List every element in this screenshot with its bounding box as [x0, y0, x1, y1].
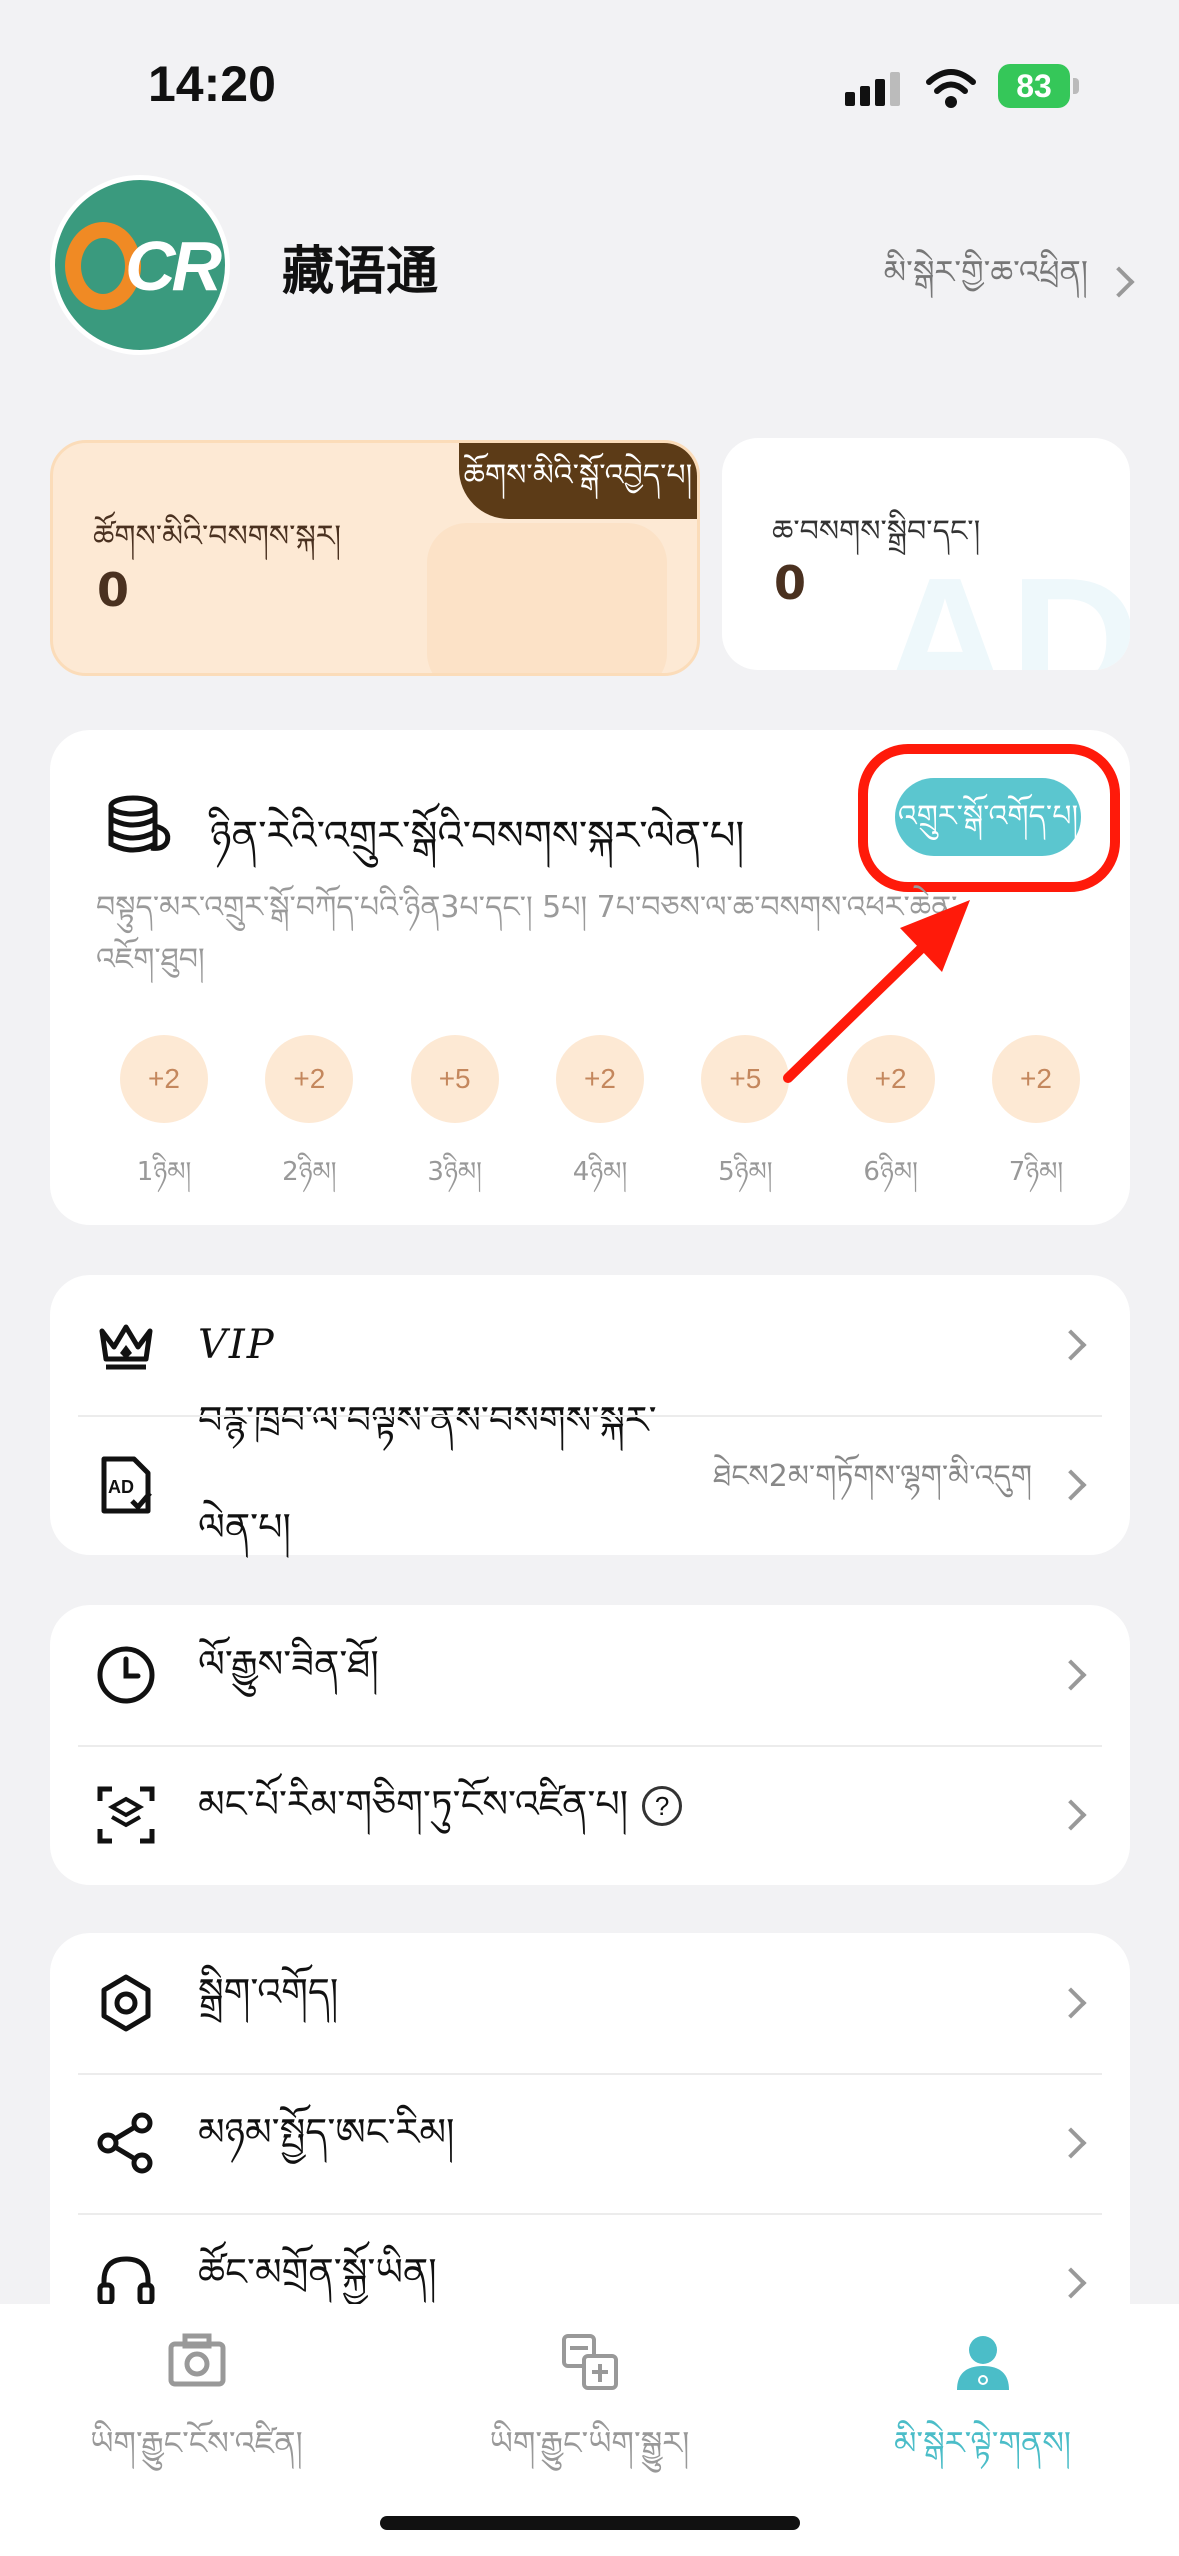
menu-label-batch-ocr: མང་པོ་རིམ་གཅིག་ཏུ་ངོས་འཛིན་པ།? — [198, 1762, 1060, 1869]
menu-label-history: ལོ་རྒྱུས་ཟིན་ཐོ། — [198, 1641, 379, 1686]
ad-free-value: 0 — [774, 556, 807, 610]
points-decoration — [427, 523, 667, 673]
menu-item-ad-reward[interactable]: AD བརྙ་ཁྲབ་ལ་བལྟས་ནས་བསགས་སྐར་ལེན་པ། ཐེང… — [50, 1398, 1130, 1555]
checkin-day: +5 3ཉིམ། — [410, 1035, 499, 1187]
day-bonus: +2 — [555, 1035, 644, 1123]
menu-item-history[interactable]: ལོ་རྒྱུས་ཟིན་ཐོ། — [50, 1605, 1130, 1745]
chevron-right-icon — [1055, 2127, 1087, 2159]
day-label: 1ཉིམ། — [136, 1157, 192, 1187]
day-label: 4ཉིམ། — [572, 1157, 628, 1187]
scan-icon — [97, 1786, 155, 1844]
help-icon[interactable]: ? — [642, 1786, 683, 1826]
camera-icon — [168, 2333, 225, 2387]
open-membership-tag[interactable]: ཆོགས་མིའི་སྒོ་འབྱེད་པ། — [459, 443, 697, 519]
menu-group-general: སྒྲིག་འགོད། མཉམ་སྤྱོད་ཨང་རིམ། ཚོང་མགྲོན་… — [50, 1933, 1130, 2353]
cellular-signal-icon — [845, 72, 900, 106]
menu-group-records: ལོ་རྒྱུས་ཟིན་ཐོ། མང་པོ་རིམ་གཅིག་ཏུ་ངོས་འ… — [50, 1605, 1130, 1885]
status-time: 14:20 — [148, 56, 276, 112]
annotation-arrow-icon — [783, 900, 970, 1083]
battery-cap — [1073, 78, 1079, 94]
day-bonus: +5 — [410, 1035, 499, 1123]
day-bonus: +2 — [120, 1035, 208, 1123]
chevron-right-icon — [1055, 2267, 1087, 2299]
chevron-right-icon — [1103, 266, 1135, 298]
menu-label-vip: VIP — [198, 1322, 276, 1368]
tab-profile[interactable]: མི་སྒེར་ལྟེ་གནས། — [786, 2324, 1179, 2498]
profile-info-link[interactable]: མི་སྒེར་གྱི་ཆ་འཕྲིན། — [883, 237, 1135, 327]
day-label: 2ཉིམ། — [282, 1157, 337, 1187]
menu-value-ad-reward: ཐེངས2མ་གཏོགས་ལྷག་མི་འདུག — [713, 1459, 1032, 1494]
chevron-right-icon — [1055, 1799, 1087, 1831]
clock-icon — [97, 1646, 155, 1704]
day-label: 3ཉིམ། — [427, 1157, 482, 1187]
wifi-icon — [926, 69, 976, 108]
member-points-card[interactable]: ཆོགས་མིའི་སྒོ་འབྱེད་པ། ཚོགས་མིའི་བསགས་སྐ… — [50, 440, 700, 676]
chevron-right-icon — [1055, 1469, 1087, 1501]
share-icon — [97, 2112, 153, 2174]
checkin-day: +2 1ཉིམ། — [120, 1035, 208, 1187]
menu-item-batch-ocr[interactable]: མང་པོ་རིམ་གཅིག་ཏུ་ངོས་འཛིན་པ།? — [50, 1745, 1130, 1885]
tab-label-profile: མི་སྒེར་ལྟེ་གནས། — [893, 2424, 1072, 2462]
checkin-day: +2 7ཉིམ། — [991, 1035, 1080, 1187]
day-bonus: +2 — [991, 1035, 1080, 1123]
avatar-logo-text: CR — [125, 227, 222, 305]
points-label: ཚོགས་མིའི་བསགས་སྐར། — [93, 519, 342, 554]
profile-header[interactable]: CR 藏语通 མི་སྒེར་གྱི་ཆ་འཕྲིན། — [50, 175, 1140, 365]
user-icon — [956, 2336, 1009, 2390]
home-indicator[interactable] — [380, 2516, 800, 2530]
menu-item-share[interactable]: མཉམ་སྤྱོད་ཨང་རིམ། — [50, 2073, 1130, 2213]
status-bar: 14:20 83 — [0, 0, 1179, 170]
ad-free-card[interactable]: AD ཆ་བསགས་སྒྲིབ་དང་། 0 — [722, 438, 1130, 670]
checkin-day: +2 4ཉིམ། — [555, 1035, 644, 1187]
battery-level: 83 — [998, 64, 1070, 108]
crown-icon — [99, 1324, 153, 1370]
menu-group-membership: VIP AD བརྙ་ཁྲབ་ལ་བལྟས་ནས་བསགས་སྐར་ལེན་པ།… — [50, 1275, 1130, 1555]
avatar[interactable]: CR — [50, 175, 230, 355]
chevron-right-icon — [1055, 1987, 1087, 2019]
day-label: 5ཉིམ། — [718, 1157, 773, 1187]
tab-label-ocr: ཡིག་རྒྱུང་ངོས་འཛིན། — [90, 2424, 303, 2462]
settings-icon — [101, 1974, 151, 2032]
chevron-right-icon — [1055, 1659, 1087, 1691]
chevron-right-icon — [1055, 1329, 1087, 1361]
batch-ocr-text: མང་པོ་རིམ་གཅིག་ཏུ་ངོས་འཛིན་པ། — [198, 1781, 629, 1826]
battery-indicator: 83 — [998, 64, 1080, 108]
menu-item-settings[interactable]: སྒྲིག་འགོད། — [50, 1933, 1130, 2073]
day-label: 7ཉིམ། — [1008, 1157, 1064, 1187]
profile-info-label: མི་སྒེར་གྱི་ཆ་འཕྲིན། — [883, 253, 1088, 291]
checkin-button[interactable]: འགྲུར་སྒོ་འགོད་པ། — [895, 778, 1081, 856]
menu-label-ad-reward: བརྙ་ཁྲབ་ལ་བལྟས་ནས་བསགས་སྐར་ལེན་པ། — [198, 1398, 657, 1549]
tab-translate[interactable]: ཡིག་རྒྱུང་ཡིག་སྒྱུར། — [393, 2324, 786, 2498]
username: 藏语通 — [282, 242, 439, 302]
coins-icon — [108, 795, 171, 853]
tab-label-translate: ཡིག་རྒྱུང་ཡིག་སྒྱུར། — [489, 2424, 690, 2462]
day-bonus: +2 — [265, 1035, 354, 1123]
day-label: 6ཉིམ། — [863, 1157, 918, 1187]
translate-icon — [561, 2334, 618, 2390]
tab-ocr[interactable]: ཡིག་རྒྱུང་ངོས་འཛིན། — [0, 2324, 393, 2498]
checkin-day: +2 2ཉིམ། — [265, 1035, 354, 1187]
svg-text:AD: AD — [108, 1477, 134, 1497]
points-value: 0 — [97, 563, 130, 617]
menu-label-settings: སྒྲིག་འགོད། — [198, 1969, 339, 2014]
ad-icon: AD — [101, 1456, 152, 1514]
menu-label-share: མཉམ་སྤྱོད་ཨང་རིམ། — [198, 2109, 455, 2154]
